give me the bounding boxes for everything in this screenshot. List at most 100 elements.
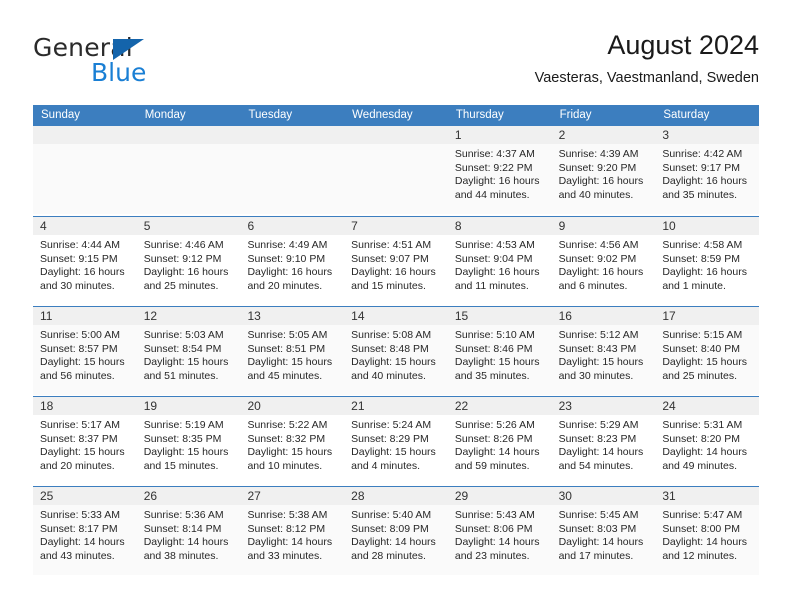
daylight-text-cont: and 33 minutes. — [247, 549, 323, 562]
weekday-header-monday: Monday — [144, 109, 186, 121]
day-cell-empty — [33, 126, 137, 216]
sunrise-text: Sunrise: 5:08 AM — [351, 329, 432, 341]
day-number: 28 — [344, 487, 448, 505]
daylight-text-cont: and 40 minutes. — [558, 188, 634, 201]
day-number: 18 — [33, 397, 137, 415]
daylight-text-cont: and 44 minutes. — [454, 188, 530, 201]
sunrise-text: Sunrise: 5:43 AM — [454, 509, 535, 521]
day-cell[interactable]: 29 Sunrise: 5:43 AM Sunset: 8:06 PM Dayligh… — [447, 487, 552, 576]
day-cell[interactable]: 22 Sunrise: 5:26 AM Sunset: 8:26 PM Dayligh… — [447, 397, 552, 486]
day-number — [344, 126, 448, 144]
day-number: 8 — [447, 217, 552, 235]
day-number: 6 — [240, 217, 345, 235]
day-cell-empty — [240, 126, 345, 216]
day-cell[interactable]: 26 Sunrise: 5:36 AM Sunset: 8:14 PM Dayligh… — [136, 487, 241, 576]
day-cell[interactable]: 7 Sunrise: 4:51 AM Sunset: 9:07 PM Daylight… — [344, 217, 448, 306]
day-cell[interactable]: 9 Sunrise: 4:56 AM Sunset: 9:02 PM Daylight… — [551, 217, 656, 306]
daylight-text: Daylight: 15 hours — [558, 356, 644, 369]
daylight-text-cont: and 30 minutes. — [40, 279, 115, 292]
sunset-text: Sunset: 8:32 PM — [247, 432, 326, 445]
day-cell[interactable]: 30 Sunrise: 5:45 AM Sunset: 8:03 PM Dayligh… — [551, 487, 656, 576]
general-blue-logo[interactable]: General Blue — [33, 34, 203, 90]
daylight-text: Daylight: 16 hours — [662, 175, 747, 188]
daylight-text-cont: and 25 minutes. — [143, 279, 219, 292]
day-cell[interactable]: 12 Sunrise: 5:03 AM Sunset: 8:54 PM Dayligh… — [136, 307, 241, 396]
daylight-text-cont: and 17 minutes. — [558, 549, 634, 562]
day-cell[interactable]: 4 Sunrise: 4:44 AM Sunset: 9:15 PM Daylight… — [33, 217, 137, 306]
daylight-text: Daylight: 16 hours — [662, 266, 747, 279]
daylight-text: Daylight: 15 hours — [40, 356, 125, 369]
day-cell[interactable]: 14 Sunrise: 5:08 AM Sunset: 8:48 PM Dayligh… — [344, 307, 448, 396]
sunset-text: Sunset: 8:26 PM — [454, 432, 533, 445]
daylight-text: Daylight: 15 hours — [454, 356, 540, 369]
day-cell[interactable]: 25 Sunrise: 5:33 AM Sunset: 8:17 PM Dayligh… — [33, 487, 137, 576]
daylight-text-cont: and 59 minutes. — [454, 459, 530, 472]
day-cell[interactable]: 31 Sunrise: 5:47 AM Sunset: 8:00 PM Dayligh… — [655, 487, 760, 576]
page-title: August 2024 — [607, 30, 759, 60]
day-number: 5 — [136, 217, 241, 235]
sunset-text: Sunset: 8:29 PM — [351, 432, 429, 445]
day-details: Sunrise: 5:24 AM Sunset: 8:29 PM Daylight:… — [344, 415, 448, 485]
sunrise-text: Sunrise: 5:45 AM — [558, 509, 639, 521]
daylight-text: Daylight: 16 hours — [40, 266, 125, 279]
day-cell[interactable]: 24 Sunrise: 5:31 AM Sunset: 8:20 PM Dayligh… — [655, 397, 760, 486]
daylight-text: Daylight: 15 hours — [247, 446, 333, 459]
day-cell[interactable]: 6 Sunrise: 4:49 AM Sunset: 9:10 PM Daylight… — [240, 217, 345, 306]
day-cell[interactable]: 18 Sunrise: 5:17 AM Sunset: 8:37 PM Dayligh… — [33, 397, 137, 486]
day-cell[interactable]: 20 Sunrise: 5:22 AM Sunset: 8:32 PM Dayligh… — [240, 397, 345, 486]
day-cell[interactable]: 16 Sunrise: 5:12 AM Sunset: 8:43 PM Dayligh… — [551, 307, 656, 396]
sunset-text: Sunset: 8:35 PM — [143, 432, 222, 445]
daylight-text: Daylight: 15 hours — [662, 356, 747, 369]
sunset-text: Sunset: 8:17 PM — [40, 522, 118, 535]
daylight-text-cont: and 35 minutes. — [662, 188, 738, 201]
sunset-text: Sunset: 8:54 PM — [143, 342, 222, 355]
day-cell[interactable]: 10 Sunrise: 4:58 AM Sunset: 8:59 PM Dayligh… — [655, 217, 760, 306]
day-cell[interactable]: 23 Sunrise: 5:29 AM Sunset: 8:23 PM Dayligh… — [551, 397, 656, 486]
day-details — [33, 144, 137, 214]
day-cell[interactable]: 11 Sunrise: 5:00 AM Sunset: 8:57 PM Dayligh… — [33, 307, 137, 396]
sunrise-text: Sunrise: 4:56 AM — [558, 239, 639, 251]
day-cell[interactable]: 27 Sunrise: 5:38 AM Sunset: 8:12 PM Dayligh… — [240, 487, 345, 576]
daylight-text-cont: and 12 minutes. — [662, 549, 738, 562]
sunrise-text: Sunrise: 5:19 AM — [143, 419, 224, 431]
weekday-header-saturday: Saturday — [663, 109, 710, 121]
day-number: 3 — [655, 126, 760, 144]
day-cell[interactable]: 5 Sunrise: 4:46 AM Sunset: 9:12 PM Daylight… — [136, 217, 241, 306]
daylight-text: Daylight: 15 hours — [143, 356, 229, 369]
daylight-text-cont: and 25 minutes. — [662, 369, 738, 382]
weekday-header-row: Sunday Monday Tuesday Wednesday Thursday Frid… — [33, 105, 759, 126]
day-details: Sunrise: 5:26 AM Sunset: 8:26 PM Daylight:… — [448, 415, 552, 485]
sunset-text: Sunset: 8:20 PM — [662, 432, 740, 445]
sunrise-text: Sunrise: 5:29 AM — [558, 419, 639, 431]
sunrise-text: Sunrise: 5:31 AM — [662, 419, 743, 431]
day-cell[interactable]: 13 Sunrise: 5:05 AM Sunset: 8:51 PM Dayligh… — [240, 307, 345, 396]
day-number — [33, 126, 137, 144]
daylight-text-cont: and 28 minutes. — [351, 549, 426, 562]
day-cell[interactable]: 21 Sunrise: 5:24 AM Sunset: 8:29 PM Dayligh… — [344, 397, 448, 486]
daylight-text-cont: and 54 minutes. — [558, 459, 634, 472]
sunset-text: Sunset: 8:23 PM — [558, 432, 637, 445]
page-header: General Blue August 2024 Vaesteras, Vaes… — [33, 28, 759, 98]
sunset-text: Sunset: 9:12 PM — [143, 252, 222, 265]
daylight-text: Daylight: 15 hours — [351, 446, 436, 459]
day-cell[interactable]: 2 Sunrise: 4:39 AM Sunset: 9:20 PM Daylight… — [551, 126, 656, 216]
week-row: 18 Sunrise: 5:17 AM Sunset: 8:37 PM Dayligh… — [33, 396, 760, 486]
day-cell[interactable]: 8 Sunrise: 4:53 AM Sunset: 9:04 PM Daylight… — [447, 217, 552, 306]
day-cell[interactable]: 1 Sunrise: 4:37 AM Sunset: 9:22 PM Daylight… — [447, 126, 552, 216]
day-cell[interactable]: 3 Sunrise: 4:42 AM Sunset: 9:17 PM Daylight… — [655, 126, 760, 216]
day-number: 21 — [344, 397, 448, 415]
day-cell-empty — [344, 126, 448, 216]
day-cell[interactable]: 17 Sunrise: 5:15 AM Sunset: 8:40 PM Dayligh… — [655, 307, 760, 396]
day-number — [240, 126, 345, 144]
day-cell[interactable]: 28 Sunrise: 5:40 AM Sunset: 8:09 PM Dayligh… — [344, 487, 448, 576]
day-cell[interactable]: 15 Sunrise: 5:10 AM Sunset: 8:46 PM Dayligh… — [447, 307, 552, 396]
day-cell[interactable]: 19 Sunrise: 5:19 AM Sunset: 8:35 PM Dayligh… — [136, 397, 241, 486]
sunrise-text: Sunrise: 4:53 AM — [454, 239, 535, 251]
day-details — [240, 144, 345, 214]
day-details: Sunrise: 5:03 AM Sunset: 8:54 PM Daylight:… — [136, 325, 241, 395]
day-details: Sunrise: 5:36 AM Sunset: 8:14 PM Daylight:… — [136, 505, 241, 575]
sunset-text: Sunset: 8:37 PM — [40, 432, 118, 445]
sunset-text: Sunset: 8:48 PM — [351, 342, 429, 355]
daylight-text: Daylight: 14 hours — [558, 446, 644, 459]
sunrise-text: Sunrise: 5:12 AM — [558, 329, 639, 341]
